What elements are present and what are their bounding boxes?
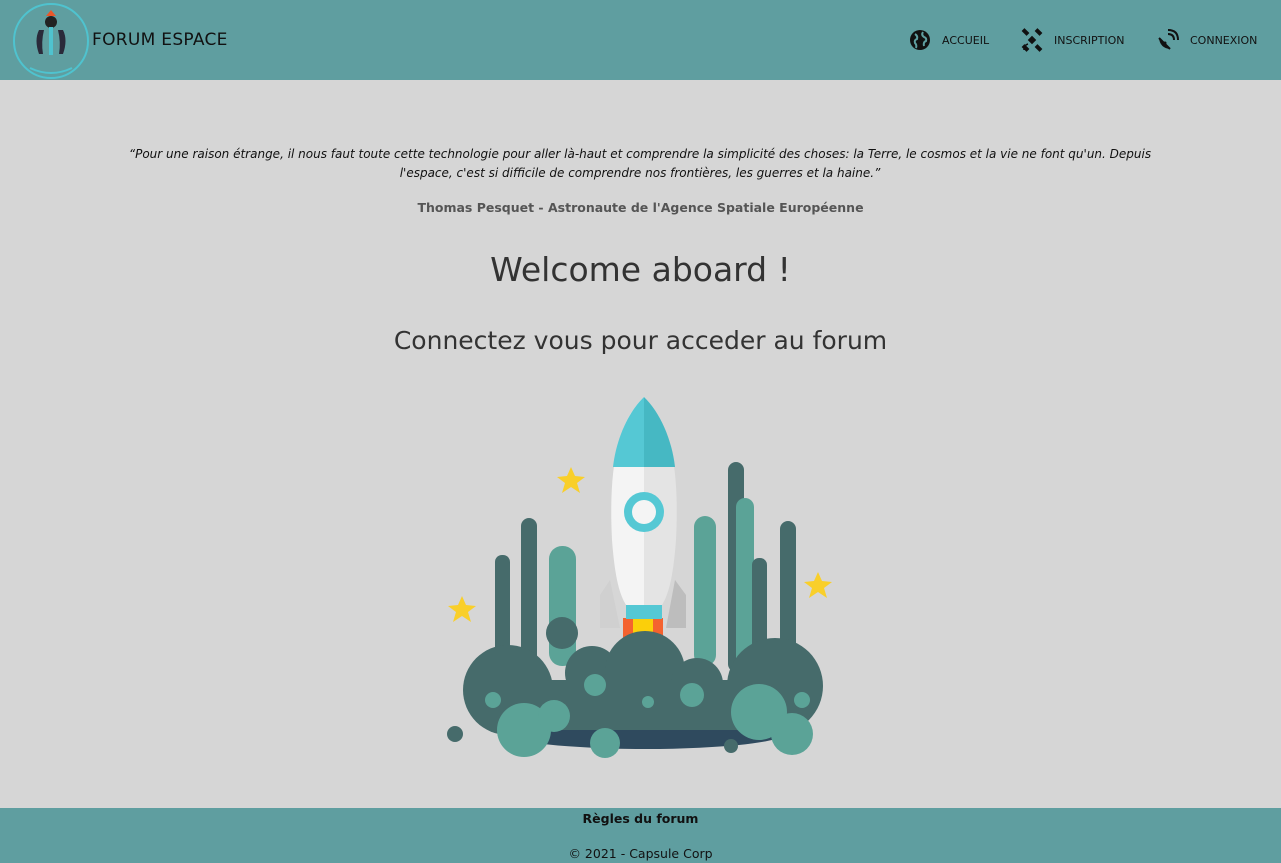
welcome-heading: Welcome aboard ! [490, 250, 791, 289]
header: FORUM ESPACE ACCUEIL INSCRIPTION CONNEXI… [0, 0, 1281, 80]
quote-text: “Pour une raison étrange, il nous faut t… [128, 147, 1152, 180]
globe-icon [910, 30, 930, 50]
satellite-icon [1021, 28, 1043, 52]
satellite-dish-icon [1158, 29, 1179, 50]
nav-connexion[interactable]: CONNEXION [1156, 28, 1257, 52]
rocket-launch-illustration [447, 397, 832, 758]
brand-title[interactable]: FORUM ESPACE [92, 30, 228, 50]
forum-rules-link[interactable]: Règles du forum [0, 811, 1281, 826]
nav-inscription-label: INSCRIPTION [1054, 33, 1125, 47]
rocket-icon [600, 397, 686, 628]
quote-author: Thomas Pesquet - Astronaute de l'Agence … [417, 200, 864, 215]
copyright-text: © 2021 - Capsule Corp [568, 846, 713, 861]
nav-accueil[interactable]: ACCUEIL [908, 28, 989, 52]
login-prompt: Connectez vous pour acceder au forum [393, 326, 888, 355]
rocket-logo-icon[interactable] [12, 2, 90, 80]
nav-connexion-label: CONNEXION [1190, 33, 1258, 47]
nav-inscription[interactable]: INSCRIPTION [1020, 28, 1125, 52]
footer: Règles du forum © 2021 - Capsule Corp [0, 808, 1281, 863]
nav-accueil-label: ACCUEIL [942, 33, 990, 47]
